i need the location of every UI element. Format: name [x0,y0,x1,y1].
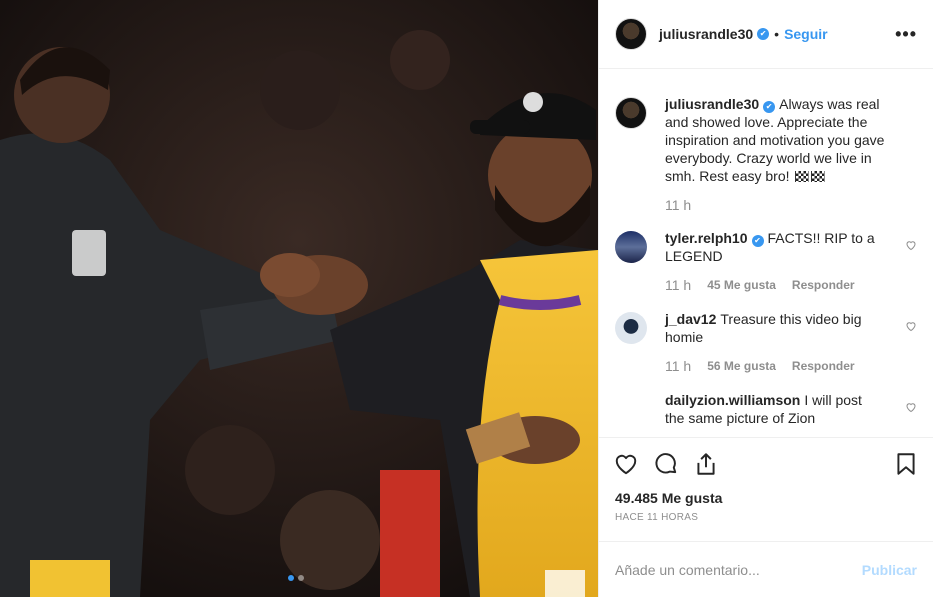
header-separator: • [774,26,780,42]
comment-time[interactable]: 11 h [665,358,691,375]
verified-icon: ✔ [763,101,776,113]
verified-icon: ✔ [757,28,770,40]
post-photo[interactable] [0,0,598,597]
carousel-indicator[interactable] [288,575,304,581]
comment-likes[interactable]: 56 Me gusta [707,358,776,375]
author-avatar[interactable] [615,18,647,50]
reply-button[interactable]: Responder [792,358,855,375]
publish-button[interactable]: Publicar [862,562,917,578]
heart-icon[interactable] [905,401,917,413]
save-button[interactable] [893,451,919,477]
caption-avatar[interactable] [615,97,647,129]
action-bar [599,437,933,489]
caption-username[interactable]: juliusrandle30 [665,96,759,112]
share-button[interactable] [693,451,719,477]
post-time-ago[interactable]: HACE 11 HORAS [599,511,933,541]
instagram-post-modal: juliusrandle30 ✔ • Seguir ••• juliusrand… [0,0,933,597]
comment-item: j_dav12 Treasure this video big homie 11 … [615,310,917,375]
comment-time[interactable]: 11 h [665,277,691,294]
post-header: juliusrandle30 ✔ • Seguir ••• [599,0,933,69]
comment-button[interactable] [653,451,679,477]
comment-item: dailyzion.williamson I will post the same… [615,391,917,427]
heart-icon[interactable] [905,239,917,251]
caption-time[interactable]: 11 h [665,197,691,213]
reply-button[interactable]: Responder [792,277,855,294]
add-comment-bar: Publicar [599,541,933,597]
commenter-avatar[interactable] [615,312,647,344]
commenter-avatar[interactable] [615,231,647,263]
commenter-username[interactable]: tyler.relph10 [665,230,748,246]
caption: juliusrandle30 ✔ Always was real and showe… [615,95,917,213]
heart-icon [615,454,637,474]
author-username[interactable]: juliusrandle30 [659,26,753,42]
carousel-dot[interactable] [288,575,294,581]
photo-illustration [0,0,598,597]
comments-list[interactable]: juliusrandle30 ✔ Always was real and showe… [599,69,933,437]
carousel-dot[interactable] [298,575,304,581]
comment-item: tyler.relph10 ✔ FACTS!! RIP to a LEGEND 11… [615,229,917,294]
comment-input[interactable] [615,561,862,578]
more-icon[interactable]: ••• [895,25,917,43]
commenter-username[interactable]: j_dav12 [665,311,716,327]
chequered-flag-icon [795,171,810,182]
post-sidebar: juliusrandle30 ✔ • Seguir ••• juliusrand… [598,0,933,597]
like-button[interactable] [613,451,639,477]
heart-icon[interactable] [905,320,917,332]
comment-icon [655,452,677,473]
bookmark-icon [897,452,915,475]
comment-likes[interactable]: 45 Me gusta [707,277,776,294]
likes-count[interactable]: 49.485 Me gusta [599,489,933,511]
commenter-username[interactable]: dailyzion.williamson [665,392,800,408]
follow-button[interactable]: Seguir [784,26,828,42]
verified-icon: ✔ [751,235,764,247]
chequered-flag-icon [811,171,826,182]
share-icon [697,452,715,475]
